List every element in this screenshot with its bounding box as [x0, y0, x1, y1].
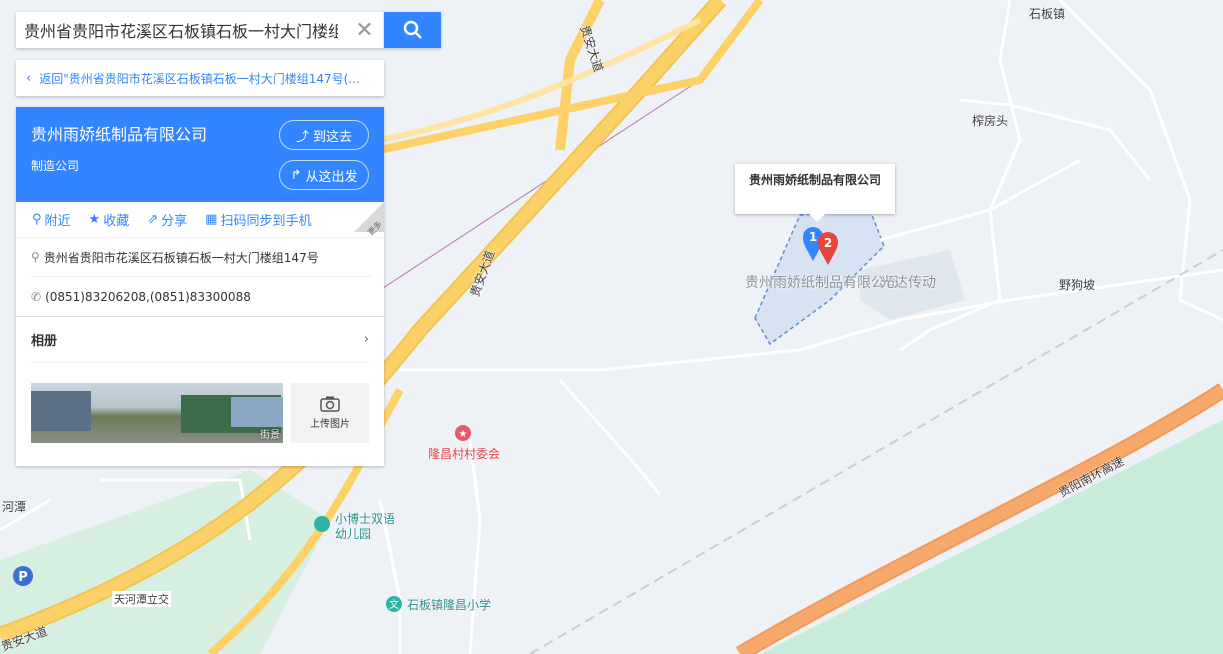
qr-sync-label: 扫码同步到手机 [220, 214, 312, 229]
phone-icon: ✆ [31, 289, 42, 304]
place-card: 贵州雨娇纸制品有限公司 制造公司 ⤴ 到这去 ↱ 从这出发 ⚲ 附近 ★ 收藏 ⇗ 分… [16, 107, 384, 466]
nearby-button[interactable]: ⚲ 附近 [32, 210, 71, 229]
close-icon: ✕ [355, 17, 374, 43]
label-guangda: 光达传动 [880, 275, 936, 291]
album-row[interactable]: 相册 › [16, 316, 384, 362]
svg-text:★: ★ [459, 429, 468, 440]
label-shiban-town: 石板镇 [1029, 7, 1066, 21]
action-bar: ⚲ 附近 ★ 收藏 ⇗ 分享 ▦ 扫码同步到手机 更多 [16, 202, 384, 238]
go-here-button[interactable]: ⤴ 到这去 [279, 120, 369, 150]
label-tianhetan-jct: 天河潭立交 [112, 591, 171, 607]
label-yegoupo: 野狗坡 [1059, 278, 1096, 292]
album-label: 相册 [31, 334, 58, 349]
location-pin-icon: ⚲ [31, 250, 40, 264]
favorite-label: 收藏 [103, 214, 130, 229]
kindergarten-icon [314, 516, 330, 532]
svg-text:文: 文 [389, 598, 399, 611]
search-button[interactable] [384, 12, 441, 48]
address-text: 贵州省贵阳市花溪区石板镇石板一村大门楼组147号 [43, 250, 319, 265]
back-label: 返回"贵州省贵阳市花溪区石板镇石板一村大门楼组147号(... [39, 71, 360, 86]
svg-text:P: P [18, 570, 28, 585]
search-icon [403, 20, 422, 39]
chevron-left-icon: ‹ [26, 70, 32, 86]
chevron-right-icon: › [363, 332, 369, 347]
camera-icon [320, 396, 340, 412]
share-icon: ⇗ [147, 212, 159, 227]
label-hetan: 河潭 [2, 500, 27, 514]
marker-1-label: 1 [809, 230, 817, 244]
star-icon: ★ [88, 212, 101, 227]
address-row: ⚲ 贵州省贵阳市花溪区石板镇石板一村大门楼组147号 [31, 238, 372, 277]
share-button[interactable]: ⇗ 分享 [147, 210, 187, 229]
from-here-button[interactable]: ↱ 从这出发 [279, 160, 369, 190]
label-zhafangtou: 榨房头 [972, 114, 1009, 128]
share-label: 分享 [161, 214, 188, 229]
search-input[interactable] [16, 12, 346, 48]
company-area-label: 贵州雨娇纸制品有限公司 [745, 275, 899, 291]
street-view-thumbnail[interactable]: 街景 [31, 383, 283, 443]
street-view-label: 街景 [260, 430, 280, 441]
phone-row: ✆ (0851)83206208,(0851)83300088 [31, 277, 372, 316]
from-here-label: 从这出发 [305, 169, 358, 185]
place-card-header: 贵州雨娇纸制品有限公司 制造公司 ⤴ 到这去 ↱ 从这出发 [16, 107, 384, 202]
clear-search-button[interactable]: ✕ [346, 12, 384, 48]
label-kindergarten-2[interactable]: 幼儿园 [335, 525, 371, 542]
favorite-button[interactable]: ★ 收藏 [89, 210, 130, 229]
route-from-icon: ↱ [290, 167, 302, 183]
place-tooltip[interactable]: 贵州雨娇纸制品有限公司 [735, 164, 895, 222]
qr-sync-button[interactable]: ▦ 扫码同步到手机 [205, 210, 311, 229]
label-school[interactable]: 石板镇隆昌小学 [407, 596, 491, 613]
search-box: ✕ [16, 12, 441, 48]
upload-photo-button[interactable]: 上传图片 [291, 383, 369, 443]
marker-2-label: 2 [824, 236, 832, 250]
label-longchang[interactable]: 隆昌村村委会 [428, 445, 500, 462]
nearby-label: 附近 [44, 214, 71, 229]
qr-code-icon: ▦ [205, 212, 218, 227]
route-to-icon: ⤴ [295, 129, 309, 145]
location-pin-icon: ⚲ [32, 212, 42, 227]
go-here-label: 到这去 [313, 129, 353, 145]
phone-text: (0851)83206208,(0851)83300088 [45, 289, 251, 304]
back-to-results-link[interactable]: ‹ 返回"贵州省贵阳市花溪区石板镇石板一村大门楼组147号(... [16, 60, 384, 96]
upload-label: 上传图片 [310, 419, 350, 430]
photo-strip: 街景 上传图片 [16, 363, 384, 443]
